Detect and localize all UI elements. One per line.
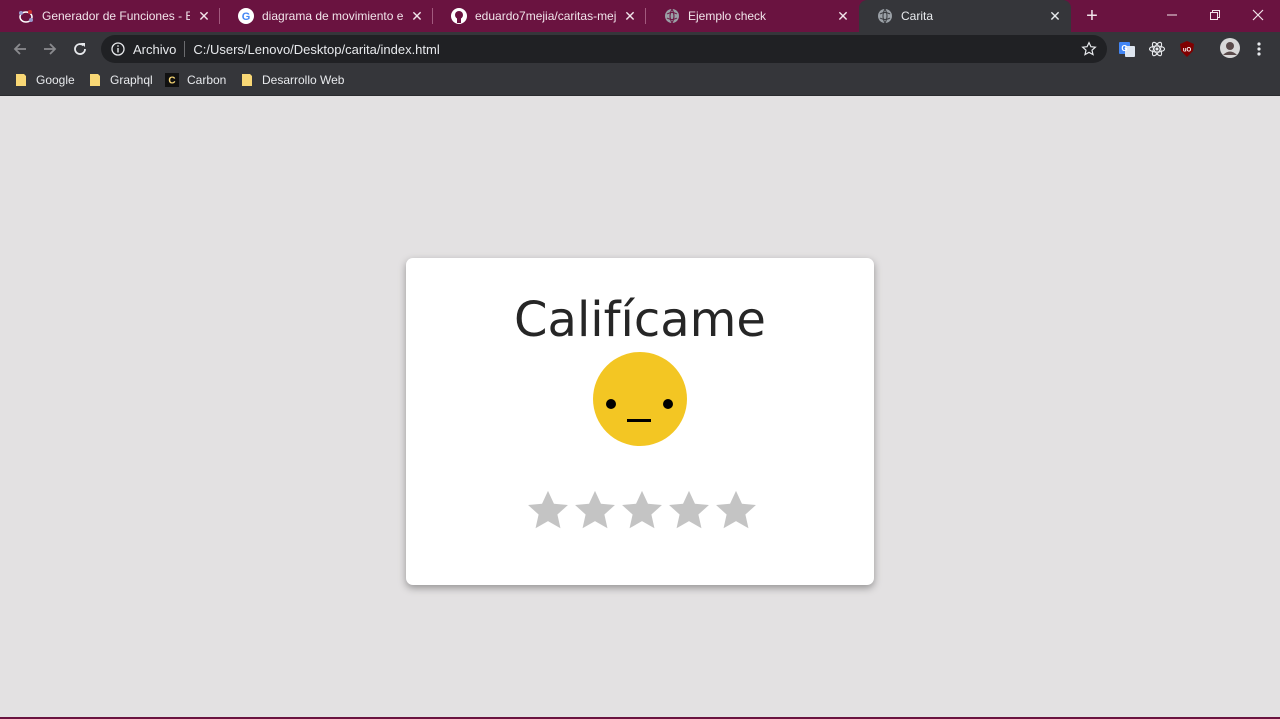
folder-icon bbox=[240, 73, 254, 87]
tab-title: Ejemplo check bbox=[688, 9, 767, 23]
reload-icon bbox=[74, 43, 86, 55]
globe-icon bbox=[664, 8, 680, 24]
tab-diagrama[interactable]: G diagrama de movimiento en la ✕ bbox=[220, 0, 433, 32]
tab-title: eduardo7mejia/caritas-mejia bbox=[475, 9, 616, 23]
bookmark-graphql[interactable]: Graphql bbox=[88, 72, 153, 88]
google-icon: G bbox=[238, 8, 254, 24]
close-window-button[interactable] bbox=[1236, 0, 1280, 30]
tab-strip: Generador de Funciones - Ecu ✕ G diagram… bbox=[0, 0, 1280, 32]
folder-icon bbox=[14, 73, 28, 87]
bookmark-label: Carbon bbox=[187, 73, 227, 87]
react-devtools-icon[interactable] bbox=[1148, 40, 1166, 58]
arrow-left-icon bbox=[13, 43, 26, 55]
reload-button[interactable] bbox=[68, 37, 92, 61]
tab-generador[interactable]: Generador de Funciones - Ecu ✕ bbox=[0, 0, 220, 32]
menu-kebab-icon[interactable] bbox=[1250, 40, 1268, 58]
bookmark-label: Google bbox=[36, 73, 75, 87]
profile-avatar[interactable] bbox=[1220, 38, 1240, 58]
new-tab-button[interactable]: + bbox=[1080, 4, 1104, 28]
star-icon bbox=[716, 490, 756, 529]
globe-icon bbox=[877, 8, 893, 24]
bookmark-label: Graphql bbox=[110, 73, 153, 87]
folder-icon bbox=[88, 73, 102, 87]
minimize-button[interactable] bbox=[1150, 0, 1194, 30]
bookmarks-bar: Google Graphql C Carbon Desarrollo Web bbox=[0, 65, 1280, 96]
page-title: Califícame bbox=[514, 292, 766, 348]
svg-text:G: G bbox=[1121, 44, 1127, 53]
geogebra-icon bbox=[18, 8, 34, 24]
close-icon[interactable]: ✕ bbox=[196, 8, 212, 24]
close-icon[interactable]: ✕ bbox=[835, 8, 851, 24]
restore-button[interactable] bbox=[1193, 0, 1237, 30]
star-3[interactable] bbox=[619, 488, 665, 534]
address-bar[interactable]: Archivo C:/Users/Lenovo/Desktop/carita/i… bbox=[101, 35, 1107, 63]
close-icon[interactable]: ✕ bbox=[622, 8, 638, 24]
svg-text:G: G bbox=[242, 11, 251, 23]
star-icon bbox=[622, 490, 662, 529]
smiley-face bbox=[593, 352, 687, 446]
mouth bbox=[627, 419, 651, 422]
left-eye bbox=[606, 399, 616, 409]
star-2[interactable] bbox=[572, 488, 618, 534]
star-1[interactable] bbox=[525, 488, 571, 534]
bookmark-desarrollo-web[interactable]: Desarrollo Web bbox=[240, 72, 344, 88]
right-eye bbox=[663, 399, 673, 409]
svg-text:uO: uO bbox=[1183, 48, 1192, 54]
scheme-label: Archivo bbox=[133, 41, 177, 57]
tab-title: diagrama de movimiento en la bbox=[262, 9, 403, 23]
tab-github[interactable]: eduardo7mejia/caritas-mejia ✕ bbox=[433, 0, 646, 32]
star-rating bbox=[525, 488, 759, 534]
bookmark-label: Desarrollo Web bbox=[262, 73, 345, 87]
tab-ejemplo-check[interactable]: Ejemplo check ✕ bbox=[646, 0, 859, 32]
star-5[interactable] bbox=[713, 488, 759, 534]
carbon-icon: C bbox=[165, 73, 179, 87]
ublock-icon[interactable]: uO bbox=[1178, 40, 1196, 58]
back-button[interactable] bbox=[8, 37, 32, 61]
close-icon[interactable]: ✕ bbox=[409, 8, 425, 24]
forward-button[interactable] bbox=[38, 37, 62, 61]
github-icon bbox=[451, 8, 467, 24]
bookmark-carbon[interactable]: C Carbon bbox=[165, 72, 226, 88]
bookmark-google[interactable]: Google bbox=[14, 72, 75, 88]
svg-text:C: C bbox=[168, 76, 175, 87]
close-icon[interactable]: ✕ bbox=[1047, 8, 1063, 24]
tab-title: Generador de Funciones - Ecu bbox=[42, 9, 190, 23]
arrow-right-icon bbox=[44, 43, 57, 55]
tab-title: Carita bbox=[901, 9, 934, 23]
rating-card: Califícame bbox=[406, 258, 874, 585]
star-4[interactable] bbox=[666, 488, 712, 534]
browser-toolbar: Archivo C:/Users/Lenovo/Desktop/carita/i… bbox=[0, 32, 1280, 65]
info-icon[interactable] bbox=[111, 42, 125, 56]
url-text[interactable]: C:/Users/Lenovo/Desktop/carita/index.htm… bbox=[193, 42, 439, 57]
star-icon bbox=[669, 490, 709, 529]
star-icon bbox=[575, 490, 615, 529]
tab-carita[interactable]: Carita ✕ bbox=[859, 0, 1071, 32]
translate-extension-icon[interactable]: G bbox=[1118, 40, 1136, 58]
star-icon bbox=[528, 490, 568, 529]
bookmark-star-icon[interactable] bbox=[1081, 41, 1097, 57]
